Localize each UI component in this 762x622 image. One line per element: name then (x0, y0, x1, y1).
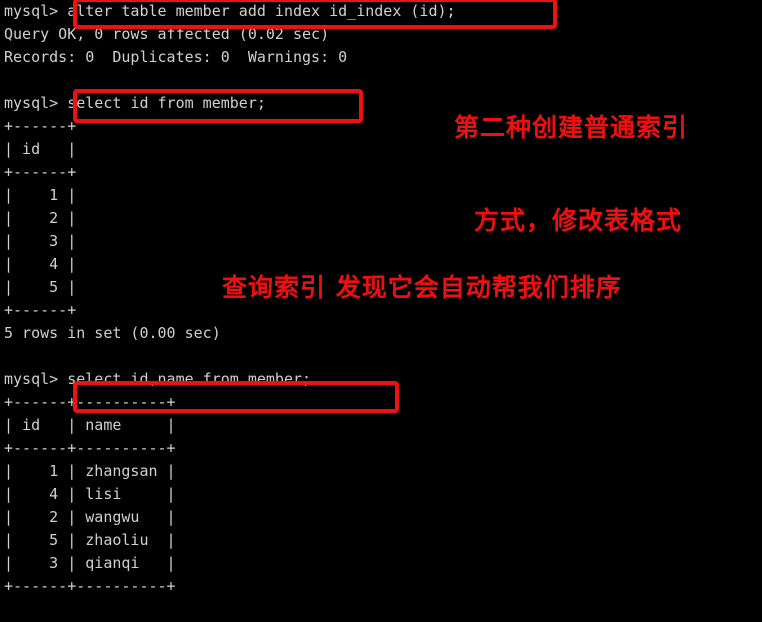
terminal-line: 5 rows in set (0.00 sec) (4, 324, 221, 342)
terminal-line: | 2 | wangwu | (4, 508, 176, 526)
terminal-line: mysql> select id,name from member; (4, 370, 312, 388)
terminal-line: Query OK, 0 rows affected (0.02 sec) (4, 25, 330, 43)
terminal-line: +------+----------+ (4, 577, 176, 595)
terminal-window[interactable]: mysql> alter table member add index id_i… (0, 0, 762, 622)
annotation-create-index: 第二种创建普通索引 方式，修改表格式 (454, 50, 688, 298)
terminal-line: +------+----------+ (4, 393, 176, 411)
terminal-line: | id | name | (4, 416, 176, 434)
annotation-create-index-line2: 方式，修改表格式 (474, 206, 683, 235)
terminal-line: | 4 | lisi | (4, 485, 176, 503)
terminal-line: | 1 | zhangsan | (4, 462, 176, 480)
terminal-line: | 5 | zhaoliu | (4, 531, 176, 549)
annotation-create-index-line1: 第二种创建普通索引 (454, 113, 689, 142)
terminal-line: +------+----------+ (4, 439, 176, 457)
annotation-query-index: 查询索引 发现它会自动帮我们排序 (222, 273, 622, 302)
terminal-line: | 3 | qianqi | (4, 554, 176, 572)
terminal-line: mysql> alter table member add index id_i… (4, 2, 456, 20)
